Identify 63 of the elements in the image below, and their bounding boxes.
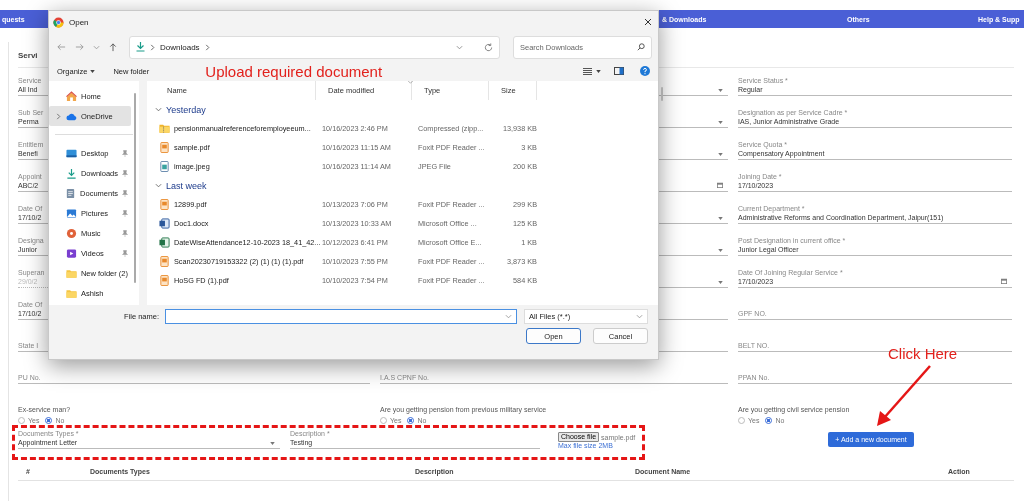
recent-locations-icon	[93, 44, 100, 50]
radio-button[interactable]	[738, 417, 745, 424]
dialog-title: Open	[69, 17, 89, 27]
breadcrumb[interactable]: Downloads	[160, 42, 200, 52]
address-bar[interactable]: Downloads	[129, 35, 500, 59]
pdf-file-icon	[159, 199, 170, 210]
radio-button[interactable]	[380, 417, 387, 424]
caret-icon	[718, 121, 723, 124]
music-icon	[66, 227, 77, 239]
list-view-icon[interactable]	[583, 67, 592, 75]
folder-icon	[65, 267, 77, 279]
dropdown-icon	[456, 44, 463, 50]
radio-button[interactable]	[45, 417, 53, 424]
section-title: Servi	[18, 51, 38, 62]
spreadsheet-file-icon	[159, 237, 170, 248]
document-icon	[65, 187, 77, 199]
dropdown-icon	[505, 314, 512, 319]
radio-button[interactable]	[765, 417, 773, 424]
annotation-arrow	[874, 364, 934, 428]
word-file-icon	[159, 218, 170, 229]
caret-icon	[718, 249, 723, 252]
caret-icon	[718, 153, 723, 156]
image-file-icon	[159, 161, 170, 172]
back-arrow-icon[interactable]	[57, 43, 66, 51]
desktop-icon	[66, 147, 77, 159]
pdf-file-icon	[159, 256, 170, 267]
chevron-right-icon	[204, 43, 210, 51]
pdf-file-icon	[159, 142, 170, 153]
forward-arrow-icon[interactable]	[75, 43, 84, 51]
caret-icon	[718, 89, 723, 92]
download-icon	[136, 42, 145, 52]
caret-icon	[596, 69, 601, 73]
annotation-caption: Upload required document	[205, 62, 383, 80]
home-icon	[66, 90, 77, 102]
picture-icon	[66, 207, 77, 219]
refresh-icon[interactable]	[484, 42, 493, 52]
file-name-field[interactable]	[165, 309, 517, 324]
preview-pane-icon[interactable]	[614, 67, 624, 75]
scrollbar[interactable]	[661, 87, 663, 101]
group-header[interactable]: Yesterday	[166, 104, 206, 115]
caret-icon	[90, 69, 96, 73]
group-header[interactable]: Last week	[166, 180, 207, 191]
caret-icon	[718, 281, 723, 284]
search-icon	[637, 43, 645, 51]
zip-folder-icon	[159, 123, 170, 134]
pdf-file-icon	[159, 275, 170, 286]
app-icon	[53, 16, 64, 28]
up-arrow-icon[interactable]	[109, 42, 117, 52]
help-icon[interactable]	[640, 66, 650, 76]
calendar-icon	[1001, 278, 1007, 284]
caret-icon	[270, 442, 275, 445]
download-icon	[65, 167, 77, 179]
caret-icon	[718, 217, 723, 220]
dropdown-icon	[636, 314, 643, 319]
folder-icon	[66, 287, 77, 299]
video-icon	[66, 247, 77, 259]
chevron-right-icon	[150, 43, 155, 51]
close-icon[interactable]	[644, 18, 652, 26]
sort-indicator-icon	[408, 81, 413, 84]
calendar-icon	[717, 182, 723, 188]
radio-button[interactable]	[18, 417, 25, 424]
scrollbar[interactable]	[134, 93, 136, 283]
radio-button[interactable]	[407, 417, 415, 424]
